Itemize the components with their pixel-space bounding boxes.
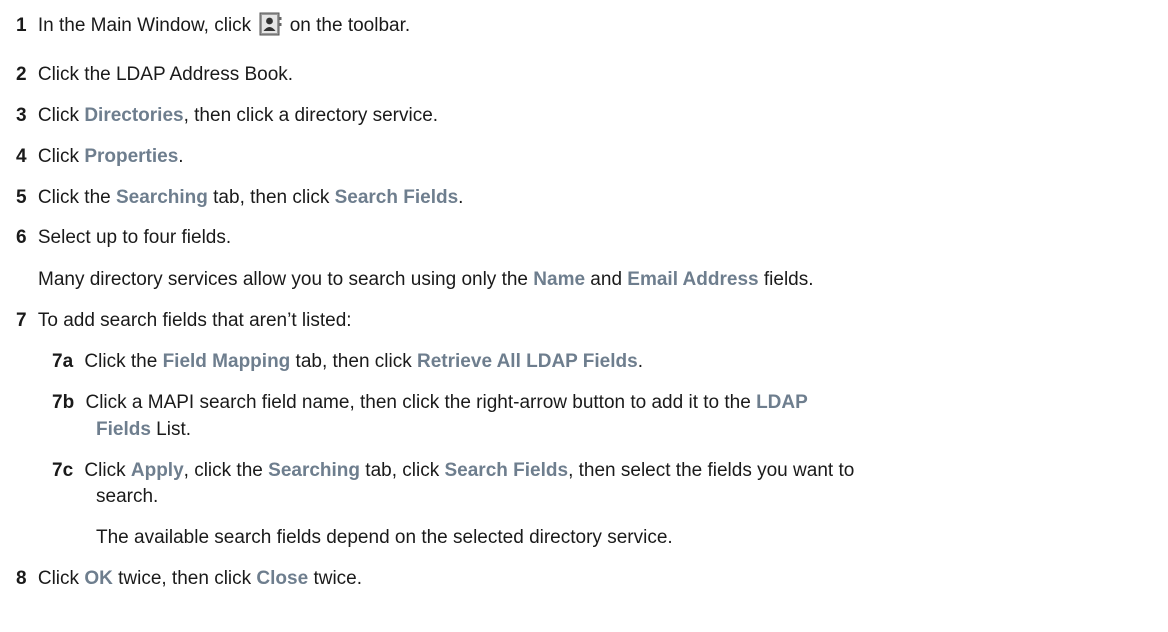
step-3: 3 Click Directories, then click a direct… [16, 104, 438, 128]
step-text: Click the [37, 187, 116, 208]
step-5: 5 Click the Searching tab, then click Se… [16, 186, 463, 210]
ui-label-fields: Fields [96, 419, 151, 440]
ui-label-directories: Directories [84, 105, 184, 126]
step-7b: 7b Click a MAPI search field name, then … [52, 391, 808, 415]
step-text: Click the LDAP Address Book. [37, 64, 294, 85]
step-text: . [458, 187, 464, 208]
step-2: 2 Click the LDAP Address Book. [16, 63, 293, 87]
address-book-icon [259, 12, 282, 36]
step-7c-cont: search. [96, 485, 158, 509]
step-number: 3 [16, 105, 27, 126]
ui-label-search-fields: Search Fields [334, 187, 459, 208]
ui-label-ok: OK [84, 568, 113, 589]
ui-label-search-fields: Search Fields [444, 460, 569, 481]
note-text: and [585, 269, 628, 290]
step-number: 7b [52, 392, 75, 413]
step-7c: 7c Click Apply, click the Searching tab,… [52, 459, 854, 483]
ui-label-retrieve-all-ldap-fields: Retrieve All LDAP Fields [417, 351, 638, 372]
ui-label-searching: Searching [116, 187, 208, 208]
step-4: 4 Click Properties. [16, 145, 184, 169]
step-7c-note: The available search fields depend on th… [96, 526, 673, 550]
step-text: , then select the fields you want to [568, 460, 855, 481]
step-number: 4 [16, 146, 27, 167]
step-text: In the Main Window, click [37, 15, 252, 36]
step-number: 7a [52, 351, 74, 372]
step-7b-cont: Fields List. [96, 418, 191, 442]
step-number: 8 [16, 568, 27, 589]
ui-label-close: Close [256, 568, 309, 589]
step-text: , then click a directory service. [183, 105, 439, 126]
step-text: Click the [84, 351, 163, 372]
step-6-note: Many directory services allow you to sea… [38, 268, 814, 292]
ui-label-email-address: Email Address [627, 269, 759, 290]
ui-label-apply: Apply [130, 460, 184, 481]
step-text: To add search fields that aren’t listed: [37, 310, 352, 331]
step-text: twice, then click [112, 568, 257, 589]
step-7: 7 To add search fields that aren’t liste… [16, 309, 352, 333]
step-number: 1 [16, 15, 27, 36]
ui-label-name: Name [533, 269, 586, 290]
step-text: Select up to four fields. [37, 227, 232, 248]
step-number: 6 [16, 227, 27, 248]
step-text: Click [84, 460, 131, 481]
step-6: 6 Select up to four fields. [16, 226, 231, 250]
step-1: 1 In the Main Window, click on the toolb… [16, 12, 410, 38]
step-number: 2 [16, 64, 27, 85]
step-text: List. [150, 419, 192, 440]
step-number: 7c [52, 460, 74, 481]
note-text: fields. [758, 269, 814, 290]
step-text: , click the [183, 460, 269, 481]
step-text: search. [96, 486, 159, 507]
step-number: 7 [16, 310, 27, 331]
step-text: Click [37, 105, 85, 126]
step-text: on the toolbar. [289, 15, 411, 36]
note-text: The available search fields depend on th… [96, 527, 673, 548]
ui-label-field-mapping: Field Mapping [162, 351, 291, 372]
step-text: twice. [308, 568, 363, 589]
step-8: 8 Click OK twice, then click Close twice… [16, 567, 362, 591]
step-7a: 7a Click the Field Mapping tab, then cli… [52, 350, 643, 374]
step-text: Click a MAPI search field name, then cli… [85, 392, 757, 413]
step-text: tab, then click [290, 351, 418, 372]
step-text: tab, then click [207, 187, 335, 208]
step-text: . [637, 351, 643, 372]
step-text: . [178, 146, 184, 167]
step-number: 5 [16, 187, 27, 208]
note-text: Many directory services allow you to sea… [38, 269, 534, 290]
step-text: tab, click [360, 460, 445, 481]
ui-label-searching: Searching [268, 460, 361, 481]
ui-label-properties: Properties [84, 146, 179, 167]
ui-label-ldap: LDAP [756, 392, 808, 413]
step-text: Click [37, 146, 85, 167]
step-text: Click [37, 568, 85, 589]
